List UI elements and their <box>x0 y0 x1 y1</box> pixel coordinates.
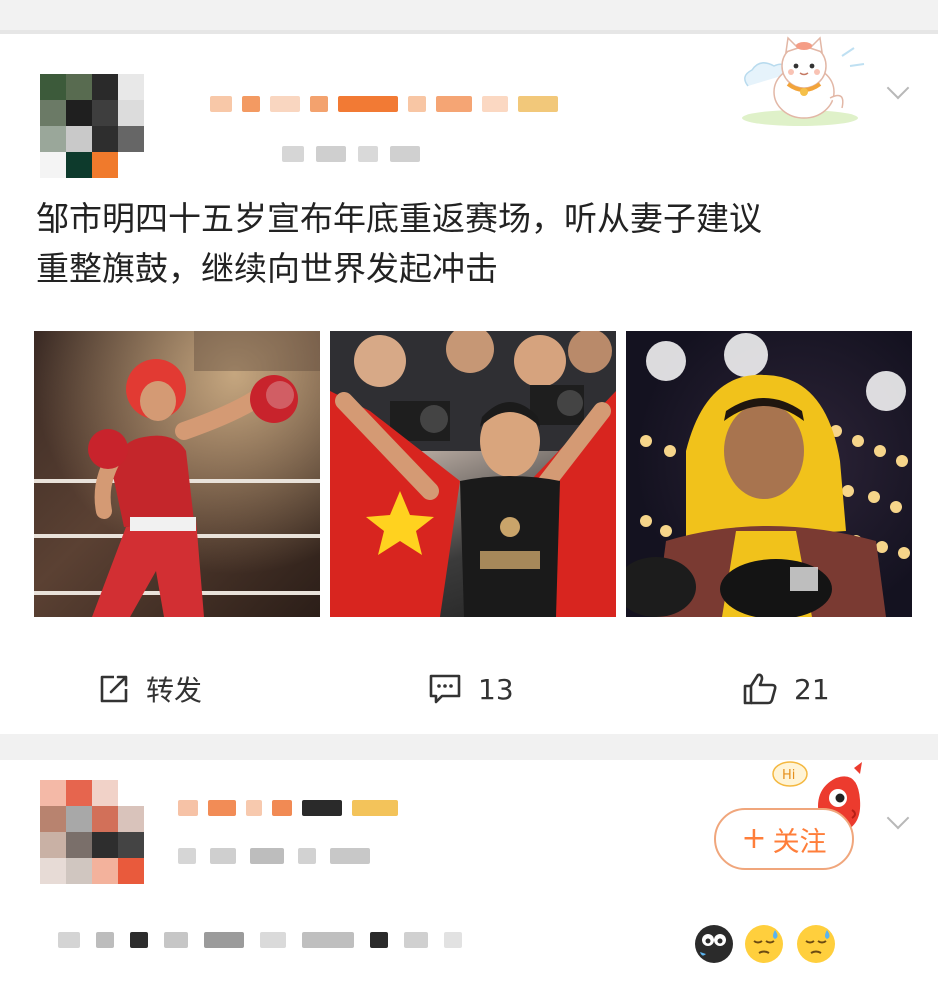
post-text-redacted <box>58 932 462 948</box>
post-separator <box>0 734 938 760</box>
like-count: 21 <box>794 672 830 706</box>
post-photo-boxer-red-gear[interactable] <box>34 331 320 617</box>
feed-top-separator <box>0 0 938 34</box>
post-text-line: 邹市明四十五岁宣布年底重返赛场，听从妻子建议 <box>36 199 762 238</box>
like-icon <box>743 673 777 705</box>
comment-count: 13 <box>478 672 514 706</box>
feed-post: Hi + 关注 <box>0 760 938 987</box>
chevron-down-icon[interactable] <box>886 76 910 100</box>
username-redacted[interactable] <box>178 800 398 816</box>
like-button[interactable]: 21 <box>742 654 830 724</box>
post-content: 邹市明四十五岁宣布年底重返赛场，听从妻子建议 重整旗鼓，继续向世界发起冲击 <box>36 194 906 294</box>
avatar[interactable] <box>40 780 144 884</box>
repost-icon <box>100 675 128 703</box>
username-redacted[interactable] <box>210 96 558 112</box>
post-meta-redacted <box>282 146 420 162</box>
mascot-bubble-text: Hi <box>782 768 795 783</box>
dizzy-emoji-icon <box>695 925 733 963</box>
post-meta-redacted <box>178 848 370 864</box>
plus-icon: + <box>741 821 767 856</box>
follow-label: 关注 <box>772 826 827 858</box>
cat-sticker <box>742 36 865 126</box>
post-photo-boxer-yellow-hood[interactable] <box>626 331 912 617</box>
post-text-line: 重整旗鼓，继续向世界发起冲击 <box>36 249 498 288</box>
comment-button[interactable]: 13 <box>428 654 514 724</box>
chevron-down-icon[interactable] <box>886 806 910 830</box>
post-action-bar: 转发 13 21 <box>0 654 938 724</box>
repost-button[interactable]: 转发 <box>98 654 202 724</box>
comment-icon <box>429 674 461 704</box>
follow-button[interactable]: + 关注 <box>714 808 854 870</box>
avatar[interactable] <box>40 74 144 178</box>
sweat-emoji-icon <box>797 925 835 963</box>
post-photo-celebration-flag[interactable] <box>330 331 616 617</box>
feed-post: 邹市明四十五岁宣布年底重返赛场，听从妻子建议 重整旗鼓，继续向世界发起冲击 转发… <box>0 34 938 734</box>
sweat-emoji-icon <box>745 925 783 963</box>
repost-label: 转发 <box>146 674 203 707</box>
